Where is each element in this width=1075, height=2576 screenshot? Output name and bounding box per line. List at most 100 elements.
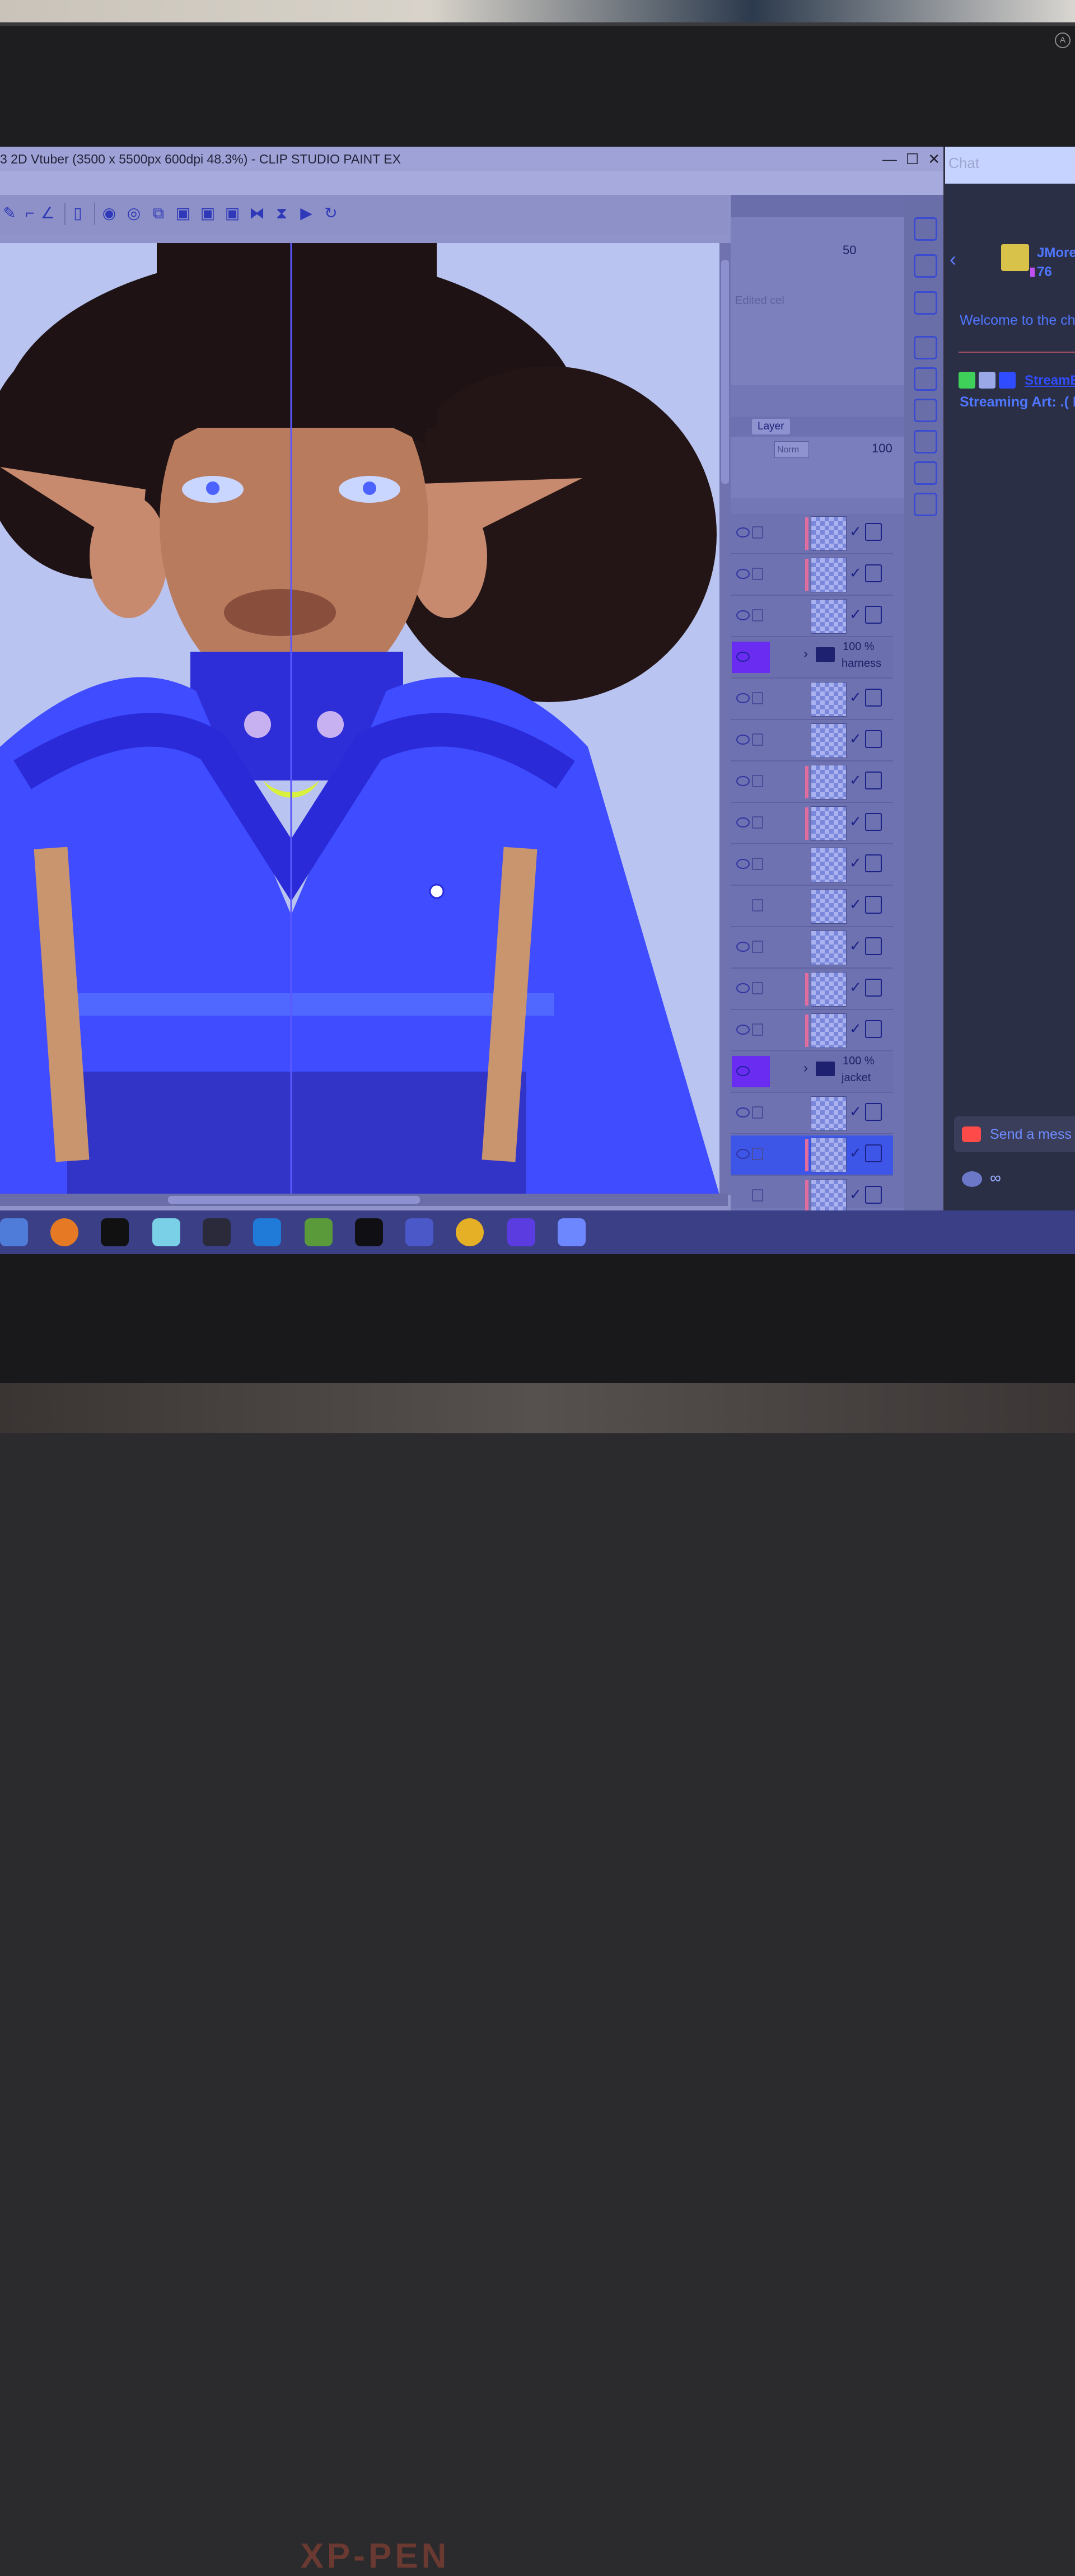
layer-row[interactable]: ✓ xyxy=(731,804,893,844)
layer-row[interactable]: ✓ xyxy=(731,1094,893,1134)
maximize-button[interactable]: ☐ xyxy=(906,147,919,171)
play-icon[interactable]: ▶ xyxy=(297,204,316,223)
canvas-horizontal-scrollbar[interactable] xyxy=(0,1194,728,1206)
visibility-eye-icon[interactable] xyxy=(736,735,750,745)
layer-property-icon[interactable] xyxy=(914,336,937,359)
sub-view-icon[interactable] xyxy=(914,461,937,485)
scroll-thumb[interactable] xyxy=(168,1196,420,1204)
visibility-eye-icon[interactable] xyxy=(736,610,750,620)
blender-icon[interactable] xyxy=(50,1218,78,1246)
lock-icon[interactable] xyxy=(752,941,763,953)
lock-icon[interactable] xyxy=(752,692,763,704)
power-icon[interactable]: A xyxy=(1055,32,1071,48)
unity-icon[interactable] xyxy=(405,1218,433,1246)
layer-folder-harness[interactable]: › 100 % harness xyxy=(731,638,893,679)
lock-icon[interactable] xyxy=(752,526,763,539)
minecraft-icon[interactable] xyxy=(305,1218,333,1246)
layer-row[interactable]: ✓ xyxy=(731,928,893,969)
obs-icon[interactable] xyxy=(355,1218,383,1246)
visibility-eye-icon[interactable] xyxy=(736,693,750,703)
visibility-eye-icon[interactable] xyxy=(736,1066,750,1076)
blend-mode-select[interactable]: Norm xyxy=(774,441,809,458)
scroll-thumb[interactable] xyxy=(721,260,729,484)
pen-edit-icon[interactable] xyxy=(752,1148,763,1160)
close-button[interactable]: ✕ xyxy=(928,147,940,171)
layer-folder-jacket[interactable]: › 100 % jacket xyxy=(731,1053,893,1093)
visibility-eye-icon[interactable] xyxy=(736,942,750,952)
layer-row[interactable]: ✓ xyxy=(731,970,893,1010)
send-message-input[interactable]: Send a mess xyxy=(954,1116,1075,1152)
layer-row[interactable]: ✓ xyxy=(731,845,893,886)
layer-row[interactable]: ✓ xyxy=(731,514,893,554)
chevron-right-icon[interactable]: › xyxy=(803,646,808,662)
lock-icon[interactable] xyxy=(752,816,763,829)
folder-app-icon[interactable] xyxy=(507,1218,535,1246)
chat-username[interactable]: StreamE xyxy=(1025,373,1075,389)
export-psd-icon[interactable]: ▣ xyxy=(223,204,242,223)
lock-icon[interactable] xyxy=(752,733,763,746)
lock-icon[interactable] xyxy=(752,568,763,580)
layer-search-icon[interactable] xyxy=(914,367,937,391)
ruler-icon[interactable]: ∠ xyxy=(38,204,57,223)
chevron-right-icon[interactable]: › xyxy=(803,1060,808,1076)
gift-leader-name[interactable]: JMore xyxy=(1037,245,1075,261)
snap-icon[interactable]: ◉ xyxy=(100,204,119,223)
roblox-icon[interactable] xyxy=(558,1218,586,1246)
lock-icon[interactable] xyxy=(752,1189,763,1201)
lock-icon[interactable] xyxy=(752,1106,763,1119)
special-ruler-icon[interactable]: ◎ xyxy=(124,204,143,223)
layer-row[interactable]: ✓ xyxy=(731,721,893,761)
export-png-icon[interactable]: ▣ xyxy=(174,204,193,223)
layer-row[interactable]: ✓ xyxy=(731,887,893,927)
lock-icon[interactable] xyxy=(752,858,763,870)
lock-icon[interactable] xyxy=(752,775,763,787)
visibility-eye-icon[interactable] xyxy=(736,1107,750,1118)
chevron-left-icon[interactable]: ‹ xyxy=(950,247,956,271)
panel-tab-strip[interactable] xyxy=(731,195,904,217)
pet-app-icon[interactable] xyxy=(152,1218,180,1246)
help-ring-icon[interactable] xyxy=(456,1218,484,1246)
visibility-eye-icon[interactable] xyxy=(736,776,750,786)
canvas-vertical-scrollbar[interactable] xyxy=(719,243,731,1195)
rotate-icon[interactable]: ↻ xyxy=(321,204,340,223)
tiktok-icon[interactable] xyxy=(101,1218,129,1246)
flip-vertical-icon[interactable]: ⧗ xyxy=(272,204,291,223)
vtuber-studio-icon[interactable] xyxy=(203,1218,231,1246)
windows-icon[interactable] xyxy=(253,1218,281,1246)
layer-row[interactable]: ✓ xyxy=(731,1011,893,1051)
download-icon[interactable] xyxy=(914,254,937,278)
search-icon[interactable] xyxy=(914,399,937,422)
visibility-eye-icon[interactable] xyxy=(736,983,750,993)
navigator-icon[interactable] xyxy=(914,430,937,454)
visibility-eye-icon[interactable] xyxy=(736,817,750,828)
visibility-eye-icon[interactable] xyxy=(736,652,750,662)
layer-row[interactable]: ✓ xyxy=(731,763,893,803)
yarn-app-icon[interactable] xyxy=(0,1218,28,1246)
channel-points-icon[interactable] xyxy=(962,1171,982,1187)
material-icon[interactable] xyxy=(914,291,937,315)
layer-row[interactable]: ✓ xyxy=(731,680,893,720)
layer-opacity-value[interactable]: 100 xyxy=(872,441,892,456)
tab-layer[interactable]: Layer xyxy=(752,419,790,434)
visibility-eye-icon[interactable] xyxy=(736,1149,750,1159)
export-icon[interactable]: ⧉ xyxy=(149,204,168,223)
minimize-button[interactable]: — xyxy=(882,147,897,171)
zoom-value[interactable]: 50 xyxy=(843,243,856,258)
palette-icon[interactable] xyxy=(914,217,937,241)
export-jpg-icon[interactable]: ▣ xyxy=(198,204,217,223)
pen-icon[interactable]: ✎ xyxy=(0,204,19,223)
lock-icon[interactable] xyxy=(752,982,763,994)
lock-icon[interactable] xyxy=(752,1023,763,1036)
visibility-eye-icon[interactable] xyxy=(736,569,750,579)
lock-icon[interactable] xyxy=(752,609,763,621)
brush-icon[interactable]: ⌐ xyxy=(20,204,39,223)
layers-icon[interactable] xyxy=(914,493,937,516)
layer-row-selected[interactable]: ✓ xyxy=(731,1135,893,1176)
visibility-eye-icon[interactable] xyxy=(736,527,750,537)
device-icon[interactable]: ▯ xyxy=(68,204,87,223)
layer-row[interactable]: ✓ xyxy=(731,555,893,596)
camera-icon[interactable] xyxy=(962,1126,981,1142)
drawing-canvas[interactable] xyxy=(0,243,719,1195)
flip-horizontal-icon[interactable]: ⧓ xyxy=(247,204,267,223)
visibility-eye-icon[interactable] xyxy=(736,859,750,869)
